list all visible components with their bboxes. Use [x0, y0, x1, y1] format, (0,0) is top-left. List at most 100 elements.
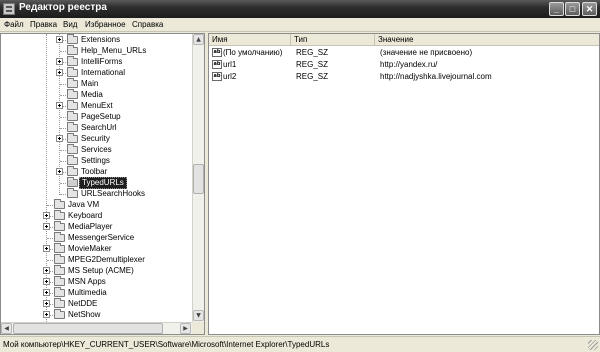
tree-item[interactable]: PageSetup: [1, 111, 191, 123]
tree-item-label[interactable]: Java VM: [66, 200, 101, 210]
tree-item[interactable]: Extensions: [1, 34, 191, 46]
tree-item-label[interactable]: Keyboard: [66, 211, 104, 221]
close-button[interactable]: ✕: [582, 2, 597, 16]
tree-item[interactable]: Security: [1, 133, 191, 145]
tree-item-label[interactable]: Multimedia: [66, 288, 109, 298]
tree-item-label[interactable]: NetDDE: [66, 299, 99, 309]
tree-item-label[interactable]: Main: [79, 79, 100, 89]
minimize-button[interactable]: _: [549, 2, 564, 16]
value-type: REG_SZ: [296, 60, 329, 69]
tree-item[interactable]: MediaPlayer: [1, 221, 191, 233]
column-name-header[interactable]: Имя: [209, 34, 291, 45]
title-bar[interactable]: Редактор реестра _ □ ✕: [0, 0, 600, 18]
maximize-button[interactable]: □: [565, 2, 580, 16]
scroll-down-button[interactable]: ▼: [193, 310, 204, 321]
tree-horizontal-scrollbar[interactable]: ◀ ▶: [1, 322, 192, 334]
expand-toggle-icon[interactable]: [43, 223, 50, 230]
expand-toggle-icon[interactable]: [56, 135, 63, 142]
tree-item[interactable]: Keyboard: [1, 210, 191, 222]
string-value-icon: ab: [212, 72, 222, 81]
tree-item-label[interactable]: IntelliForms: [79, 57, 124, 67]
expand-toggle-icon[interactable]: [43, 311, 50, 318]
tree-item[interactable]: IntelliForms: [1, 56, 191, 68]
column-value-header[interactable]: Значение: [375, 34, 599, 45]
resize-grip[interactable]: [588, 340, 598, 350]
column-type-header[interactable]: Тип: [291, 34, 375, 45]
tree-item[interactable]: MSN Apps: [1, 276, 191, 288]
tree-item-label[interactable]: MenuExt: [79, 101, 115, 111]
tree-item[interactable]: Services: [1, 144, 191, 156]
expand-toggle-icon[interactable]: [56, 168, 63, 175]
folder-icon: [54, 243, 65, 253]
expand-toggle-icon[interactable]: [43, 289, 50, 296]
tree-item[interactable]: NetShow: [1, 309, 191, 321]
tree-item-label[interactable]: MSN Apps: [66, 277, 108, 287]
tree-item[interactable]: NetDDE: [1, 298, 191, 310]
tree-item[interactable]: TypedURLs: [1, 177, 191, 189]
expand-toggle-icon[interactable]: [43, 212, 50, 219]
menu-favorites[interactable]: Избранное: [85, 20, 126, 29]
tree-item[interactable]: MovieMaker: [1, 243, 191, 255]
folder-icon: [67, 78, 78, 88]
tree-item-label[interactable]: Toolbar: [79, 167, 109, 177]
expand-toggle-icon[interactable]: [43, 300, 50, 307]
tree-item[interactable]: MPEG2Demultiplexer: [1, 254, 191, 266]
list-row[interactable]: ab (По умолчанию) REG_SZ (значение не пр…: [209, 47, 599, 59]
expand-toggle-icon[interactable]: [43, 245, 50, 252]
menu-edit[interactable]: Правка: [30, 20, 57, 29]
tree-item[interactable]: Help_Menu_URLs: [1, 45, 191, 57]
tree-item-label[interactable]: MessengerService: [66, 233, 136, 243]
horizontal-scroll-thumb[interactable]: [13, 323, 163, 334]
tree-item-label[interactable]: MovieMaker: [66, 244, 114, 254]
folder-icon: [54, 265, 65, 275]
tree-item[interactable]: SearchUrl: [1, 122, 191, 134]
tree-item-label[interactable]: NetShow: [66, 310, 102, 320]
tree-item-label[interactable]: Media: [79, 90, 105, 100]
tree-item[interactable]: International: [1, 67, 191, 79]
tree-item-label[interactable]: SearchUrl: [79, 123, 119, 133]
key-tree-pane[interactable]: Extensions Help_Menu_URLs IntelliForms Inte…: [0, 33, 205, 335]
list-row[interactable]: ab url1 REG_SZ http://yandex.ru/: [209, 59, 599, 71]
list-row[interactable]: ab url2 REG_SZ http://nadjyshka.livejour…: [209, 71, 599, 83]
expand-toggle-icon[interactable]: [56, 58, 63, 65]
tree-item[interactable]: URLSearchHooks: [1, 188, 191, 200]
menu-file[interactable]: Файл: [4, 20, 24, 29]
tree-item-label[interactable]: Services: [79, 145, 114, 155]
expand-toggle-icon[interactable]: [56, 36, 63, 43]
tree-item[interactable]: MenuExt: [1, 100, 191, 112]
tree-item-label[interactable]: Help_Menu_URLs: [79, 46, 148, 56]
menu-view[interactable]: Вид: [63, 20, 77, 29]
tree-item[interactable]: Java VM: [1, 199, 191, 211]
tree-item[interactable]: Media: [1, 89, 191, 101]
tree-item-label[interactable]: Security: [79, 134, 112, 144]
folder-icon: [67, 188, 78, 198]
scroll-left-button[interactable]: ◀: [1, 323, 12, 334]
tree-item-label[interactable]: PageSetup: [79, 112, 123, 122]
folder-icon: [67, 111, 78, 121]
expand-toggle-icon[interactable]: [56, 69, 63, 76]
tree-item[interactable]: Main: [1, 78, 191, 90]
tree-item-label[interactable]: MS Setup (ACME): [66, 266, 136, 276]
tree-item-label[interactable]: Settings: [79, 156, 112, 166]
tree-item-label[interactable]: Extensions: [79, 35, 122, 45]
tree-item-label[interactable]: TypedURLs: [79, 177, 127, 189]
values-list-pane[interactable]: Имя Тип Значение ab (По умолчанию) REG_S…: [208, 33, 600, 335]
tree-item-label[interactable]: International: [79, 68, 127, 78]
value-name: url2: [223, 72, 237, 81]
tree-item[interactable]: Settings: [1, 155, 191, 167]
tree-item-label[interactable]: MPEG2Demultiplexer: [66, 255, 147, 265]
tree-item[interactable]: MS Setup (ACME): [1, 265, 191, 277]
folder-icon: [54, 287, 65, 297]
expand-toggle-icon[interactable]: [43, 267, 50, 274]
tree-item-label[interactable]: MediaPlayer: [66, 222, 114, 232]
expand-toggle-icon[interactable]: [56, 102, 63, 109]
tree-vertical-scrollbar[interactable]: ▲ ▼: [192, 34, 204, 322]
tree-item[interactable]: Multimedia: [1, 287, 191, 299]
tree-item[interactable]: MessengerService: [1, 232, 191, 244]
expand-toggle-icon[interactable]: [43, 278, 50, 285]
scroll-right-button[interactable]: ▶: [180, 323, 191, 334]
scroll-up-button[interactable]: ▲: [193, 34, 204, 45]
menu-help[interactable]: Справка: [132, 20, 163, 29]
vertical-scroll-thumb[interactable]: [193, 164, 204, 194]
tree-item-label[interactable]: URLSearchHooks: [79, 189, 147, 199]
